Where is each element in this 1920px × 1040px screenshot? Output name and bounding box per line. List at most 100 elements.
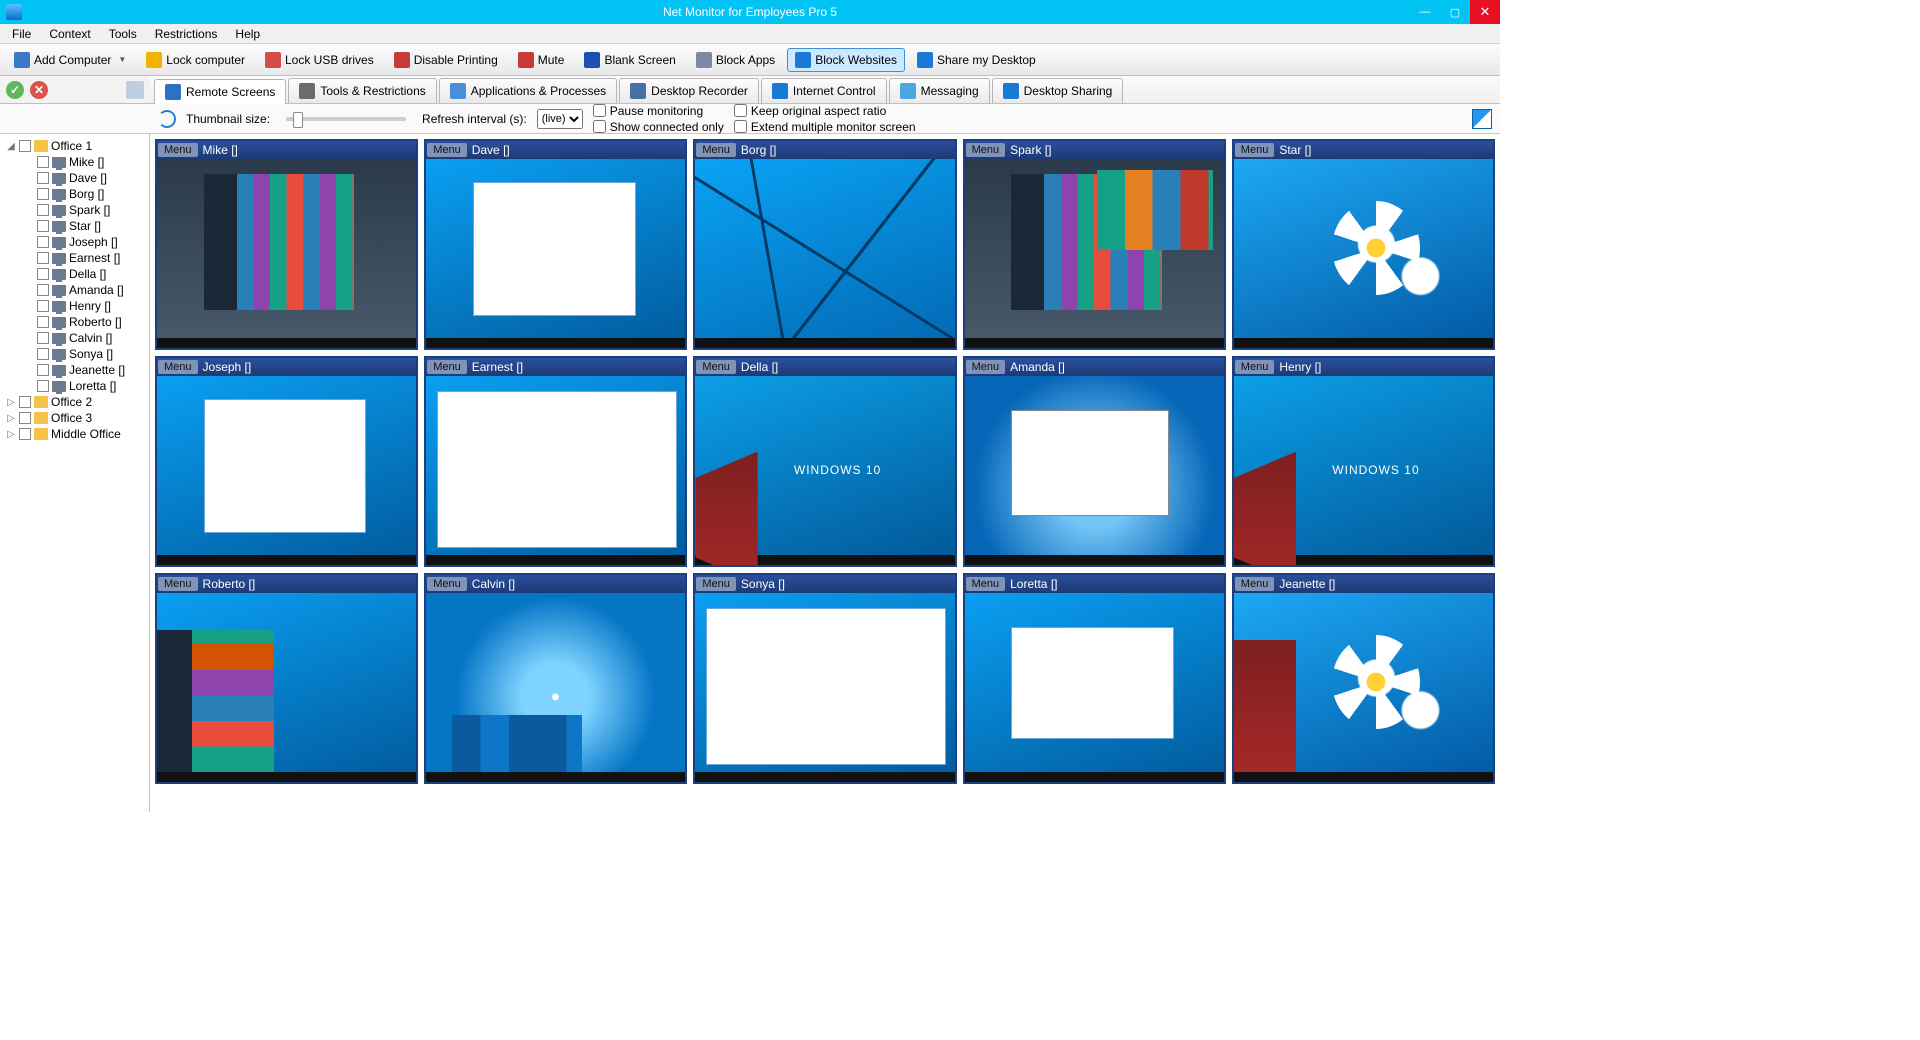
tree-node-joseph[interactable]: Joseph [] [2,234,147,250]
tree-node-office2[interactable]: ▷Office 2 [2,394,147,410]
screen-thumbnail[interactable] [965,593,1224,782]
tree-checkbox[interactable] [37,236,49,248]
tile-menu-button[interactable]: Menu [158,360,198,374]
tree-checkbox[interactable] [37,348,49,360]
screen-tile[interactable]: MenuCalvin [] [424,573,687,784]
tree-node-mike[interactable]: Mike [] [2,154,147,170]
thumbnail-size-slider[interactable] [286,117,406,121]
add-computer-button[interactable]: Add Computer▼ [6,48,134,72]
screen-tile[interactable]: MenuEarnest [] [424,356,687,567]
tab-messaging[interactable]: Messaging [889,78,990,103]
tree-node-jeanette[interactable]: Jeanette [] [2,362,147,378]
screen-thumbnail[interactable] [157,376,416,565]
tile-menu-button[interactable]: Menu [966,360,1006,374]
tree-checkbox[interactable] [37,172,49,184]
tab-internet-control[interactable]: Internet Control [761,78,887,103]
screen-thumbnail[interactable] [695,593,954,782]
refresh-icon[interactable] [158,110,176,128]
tab-desktop-sharing[interactable]: Desktop Sharing [992,78,1124,103]
screen-thumbnail[interactable] [426,159,685,348]
screen-tile[interactable]: MenuDave [] [424,139,687,350]
window-close-button[interactable]: ✕ [1470,0,1500,24]
tree-node-dave[interactable]: Dave [] [2,170,147,186]
screen-thumbnail[interactable] [1234,376,1493,565]
tree-checkbox[interactable] [37,300,49,312]
screen-thumbnail[interactable] [426,593,685,782]
refresh-interval-select[interactable]: (live) [537,109,583,129]
tree-node-sonya[interactable]: Sonya [] [2,346,147,362]
screen-thumbnail[interactable] [1234,593,1493,782]
tree-node-roberto[interactable]: Roberto [] [2,314,147,330]
screen-thumbnail[interactable] [695,376,954,565]
menu-file[interactable]: File [4,25,39,43]
screen-tile[interactable]: MenuAmanda [] [963,356,1226,567]
tile-menu-button[interactable]: Menu [158,577,198,591]
screen-thumbnail[interactable] [1234,159,1493,348]
tree-checkbox[interactable] [37,332,49,344]
screen-tile[interactable]: MenuSpark [] [963,139,1226,350]
tab-apps-processes[interactable]: Applications & Processes [439,78,617,103]
keep-aspect-checkbox[interactable]: Keep original aspect ratio [734,104,916,118]
mute-button[interactable]: Mute [510,48,573,72]
tree-checkbox[interactable] [37,364,49,376]
screen-thumbnail[interactable] [965,376,1224,565]
tab-desktop-recorder[interactable]: Desktop Recorder [619,78,759,103]
menu-help[interactable]: Help [227,25,268,43]
window-maximize-button[interactable]: ▢ [1440,0,1470,24]
menu-tools[interactable]: Tools [101,25,145,43]
screen-thumbnail[interactable] [695,159,954,348]
blank-screen-button[interactable]: Blank Screen [576,48,683,72]
tile-menu-button[interactable]: Menu [966,143,1006,157]
screen-tile[interactable]: MenuStar [] [1232,139,1495,350]
tree-node-henry[interactable]: Henry [] [2,298,147,314]
screen-thumbnail[interactable] [157,159,416,348]
block-websites-button[interactable]: Block Websites [787,48,905,72]
share-desktop-button[interactable]: Share my Desktop [909,48,1044,72]
tree-checkbox[interactable] [37,156,49,168]
status-error-icon[interactable]: ✕ [30,81,48,99]
tile-menu-button[interactable]: Menu [696,577,736,591]
window-minimize-button[interactable]: — [1410,0,1440,24]
tile-menu-button[interactable]: Menu [696,360,736,374]
fullscreen-icon[interactable] [1472,109,1492,129]
tile-menu-button[interactable]: Menu [1235,143,1275,157]
screen-thumbnail[interactable] [426,376,685,565]
show-connected-only-checkbox[interactable]: Show connected only [593,120,724,134]
tree-node-della[interactable]: Della [] [2,266,147,282]
tab-tools-restrictions[interactable]: Tools & Restrictions [288,78,436,103]
computer-tree[interactable]: ◢Office 1Mike []Dave []Borg []Spark []St… [0,134,150,812]
screen-tile[interactable]: MenuDella [] [693,356,956,567]
lock-usb-button[interactable]: Lock USB drives [257,48,382,72]
expand-icon[interactable]: ▷ [6,413,16,424]
tree-checkbox[interactable] [37,316,49,328]
tree-checkbox[interactable] [37,204,49,216]
tree-checkbox[interactable] [19,140,31,152]
tree-checkbox[interactable] [19,396,31,408]
expand-icon[interactable]: ▷ [6,397,16,408]
tree-checkbox[interactable] [37,380,49,392]
configure-icon[interactable] [126,81,144,99]
disable-printing-button[interactable]: Disable Printing [386,48,506,72]
tile-menu-button[interactable]: Menu [1235,577,1275,591]
tree-checkbox[interactable] [19,412,31,424]
lock-computer-button[interactable]: Lock computer [138,48,253,72]
tile-menu-button[interactable]: Menu [158,143,198,157]
screen-tile[interactable]: MenuLoretta [] [963,573,1226,784]
tile-menu-button[interactable]: Menu [966,577,1006,591]
tree-checkbox[interactable] [37,220,49,232]
tile-menu-button[interactable]: Menu [696,143,736,157]
tree-node-office3[interactable]: ▷Office 3 [2,410,147,426]
expand-icon[interactable]: ◢ [6,141,16,152]
tile-menu-button[interactable]: Menu [427,143,467,157]
tile-menu-button[interactable]: Menu [427,577,467,591]
screen-thumbnail[interactable] [965,159,1224,348]
tree-node-earnest[interactable]: Earnest [] [2,250,147,266]
tile-menu-button[interactable]: Menu [427,360,467,374]
status-ok-icon[interactable]: ✓ [6,81,24,99]
tree-node-spark[interactable]: Spark [] [2,202,147,218]
tab-remote-screens[interactable]: Remote Screens [154,79,286,104]
tree-checkbox[interactable] [37,268,49,280]
tree-node-office1[interactable]: ◢Office 1 [2,138,147,154]
tree-node-loretta[interactable]: Loretta [] [2,378,147,394]
tree-checkbox[interactable] [37,284,49,296]
